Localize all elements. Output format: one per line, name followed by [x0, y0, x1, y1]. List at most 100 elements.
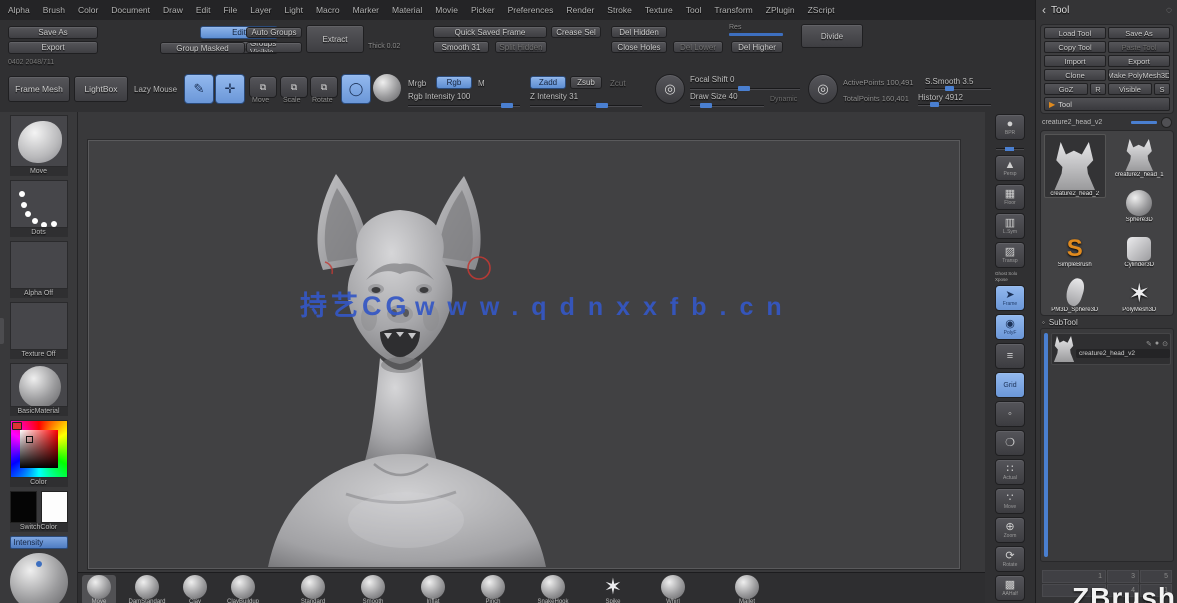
history-mini-slider[interactable]: History 4912: [918, 94, 991, 106]
sculpt-icon[interactable]: ●: [1155, 340, 1159, 348]
pil-button[interactable]: ≡: [995, 343, 1025, 369]
brush-item[interactable]: Mallet: [730, 575, 764, 603]
actual-button[interactable]: ∷Actual: [995, 459, 1025, 485]
menu-brush[interactable]: Brush: [43, 5, 65, 15]
scale-button[interactable]: ⧉: [280, 76, 308, 98]
zsub-button[interactable]: Zsub: [570, 76, 602, 89]
bpr-button[interactable]: ●BPR: [995, 114, 1025, 140]
menu-render[interactable]: Render: [566, 5, 594, 15]
left-tray-material[interactable]: BasicMaterial: [10, 363, 68, 416]
left-tray-bigsphere[interactable]: [10, 553, 68, 603]
aahalf-button[interactable]: ▩AAHalf: [995, 575, 1025, 601]
lightbox-button[interactable]: LightBox: [74, 76, 128, 102]
del-hidden-button[interactable]: Del Hidden: [611, 26, 667, 38]
floor-button[interactable]: ▦Floor: [995, 184, 1025, 210]
group-masked-button[interactable]: Group Masked: [160, 42, 245, 54]
inventory-item[interactable]: creature2_head_2: [1044, 134, 1106, 198]
move-button[interactable]: ∵Move: [995, 488, 1025, 514]
brush-thumbnail[interactable]: [10, 115, 68, 167]
inventory-item[interactable]: ZSphere_1: [1109, 314, 1171, 316]
sdiv-mini-slider[interactable]: S.Smooth 3.5: [925, 78, 991, 90]
menu-material[interactable]: Material: [392, 5, 422, 15]
move-button[interactable]: ⧉: [249, 76, 277, 98]
inventory-item[interactable]: Cylinder3D: [1109, 224, 1171, 268]
del-lower-button[interactable]: Del Lower: [673, 41, 723, 53]
groups-visible-button[interactable]: Groups Visible: [246, 42, 302, 53]
quick-saved-frame-button[interactable]: Quick Saved Frame: [433, 26, 547, 38]
restore-config-icon[interactable]: ◌: [1166, 5, 1172, 16]
s-button[interactable]: S: [1154, 83, 1170, 95]
close-holes-button[interactable]: Close Holes: [611, 41, 667, 53]
back-chevron-icon[interactable]: ‹: [1042, 3, 1046, 17]
brush-item[interactable]: Move: [82, 575, 116, 603]
brush-item[interactable]: Clay: [178, 575, 212, 603]
stroke-curve-icon-button[interactable]: ◎: [655, 74, 685, 104]
brush-item[interactable]: Smooth: [356, 575, 390, 603]
left-tray-stroke[interactable]: Dots: [10, 180, 68, 237]
rgb-intensity-slider[interactable]: Rgb Intensity 100: [408, 93, 520, 107]
edit-mode-button[interactable]: ✎: [184, 74, 214, 104]
visible-button[interactable]: Visible: [1108, 83, 1152, 95]
extract-button[interactable]: Extract: [306, 25, 364, 53]
clone-button[interactable]: Clone: [1044, 69, 1106, 81]
dot-toggle-1[interactable]: ◦: [995, 401, 1025, 427]
brush-item[interactable]: SnakeHook: [536, 575, 570, 603]
inventory-item[interactable]: Sphere3D: [1109, 179, 1171, 223]
menu-zscript[interactable]: ZScript: [808, 5, 835, 15]
menu-stroke[interactable]: Stroke: [607, 5, 632, 15]
copy-tool-button[interactable]: Copy Tool: [1044, 41, 1106, 53]
frame-button[interactable]: ➤Frame: [995, 285, 1025, 311]
divide-button[interactable]: Divide: [801, 24, 863, 48]
menu-alpha[interactable]: Alpha: [8, 5, 30, 15]
polyframe-button[interactable]: ◉PolyF: [995, 314, 1025, 340]
subtool-row[interactable]: ✎●⊙creature2_head_v2: [1051, 333, 1171, 365]
export-button[interactable]: Export: [1108, 55, 1170, 67]
inventory-item[interactable]: 2PM3D_Cylinder3D_2: [1044, 314, 1106, 316]
menu-picker[interactable]: Picker: [471, 5, 495, 15]
tool-palette-header[interactable]: ‹ Tool ◌: [1036, 0, 1177, 20]
brush-item[interactable]: Standard: [296, 575, 330, 603]
left-scroll-handle[interactable]: [0, 318, 4, 344]
thumb-size-slider[interactable]: [1131, 121, 1157, 124]
paste-tool-button[interactable]: Paste Tool: [1108, 41, 1170, 53]
make-polymesh3d-button[interactable]: Make PolyMesh3D: [1108, 69, 1170, 81]
split-hidden-button[interactable]: Split Hidden: [495, 41, 547, 53]
ghost-button[interactable]: Ghost Solo Xpose: [995, 271, 1025, 282]
smooth-button[interactable]: Smooth 31: [433, 41, 489, 53]
goz-button[interactable]: GoZ: [1044, 83, 1088, 95]
eye-icon[interactable]: ⊙: [1162, 340, 1168, 348]
left-tray-brush[interactable]: Move: [10, 115, 68, 176]
del-higher-button[interactable]: Del Higher: [731, 41, 783, 53]
subtool-scrollbar[interactable]: [1044, 333, 1048, 557]
menu-tool[interactable]: Tool: [686, 5, 702, 15]
zcut-button[interactable]: Zcut: [610, 79, 626, 88]
inventory-item[interactable]: PM3D_Sphere3D: [1044, 269, 1106, 313]
rgb-button[interactable]: Rgb: [436, 76, 472, 89]
menu-light[interactable]: Light: [285, 5, 303, 15]
m-button[interactable]: M: [478, 79, 485, 88]
rotate-button[interactable]: ⟳Rotate: [995, 546, 1025, 572]
inventory-item[interactable]: ✶PolyMesh3D: [1109, 269, 1171, 313]
left-tray-empty[interactable]: Texture Off: [10, 302, 68, 359]
color-picker[interactable]: [10, 420, 68, 478]
transp-button[interactable]: ▨Transp: [995, 242, 1025, 268]
menu-file[interactable]: File: [224, 5, 238, 15]
saturation-square[interactable]: [20, 430, 58, 468]
move-mode-button[interactable]: ✛: [215, 74, 245, 104]
menu-transform[interactable]: Transform: [714, 5, 752, 15]
dot-toggle-2[interactable]: ❍: [995, 430, 1025, 456]
zadd-button[interactable]: Zadd: [530, 76, 566, 89]
local-sym-button[interactable]: ▥L.Sym: [995, 213, 1025, 239]
focal-shift-slider[interactable]: Focal Shift 0: [690, 76, 800, 90]
load-tool-button[interactable]: Load Tool: [1044, 27, 1106, 39]
spix-slider[interactable]: [996, 143, 1024, 152]
inventory-r-button[interactable]: [1161, 117, 1172, 128]
grid-button[interactable]: Grid: [995, 372, 1025, 398]
draw-size-slider[interactable]: Draw Size 40: [690, 93, 764, 107]
brush-item[interactable]: Pinch: [476, 575, 510, 603]
inventory-item[interactable]: creature2_head_1: [1109, 134, 1171, 178]
menu-texture[interactable]: Texture: [645, 5, 673, 15]
stroke-curve-icon-button-2[interactable]: ◎: [808, 74, 838, 104]
menu-preferences[interactable]: Preferences: [508, 5, 554, 15]
save-as-button[interactable]: Save As: [8, 26, 98, 39]
